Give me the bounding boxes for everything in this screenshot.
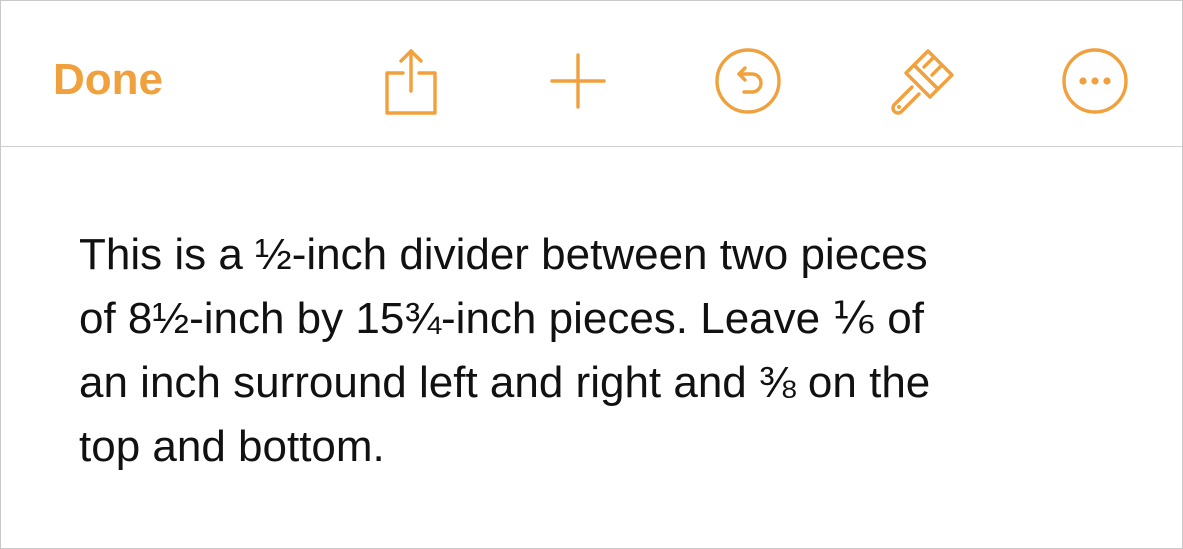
- more-button[interactable]: [1055, 41, 1135, 121]
- done-button[interactable]: Done: [53, 55, 163, 105]
- share-button[interactable]: [371, 41, 451, 121]
- document-text[interactable]: This is a ½-inch divider between two pie…: [79, 223, 1139, 479]
- plus-icon: [550, 53, 606, 109]
- undo-icon: [715, 48, 781, 114]
- toolbar: Done: [1, 1, 1182, 147]
- format-button[interactable]: [882, 41, 962, 121]
- more-icon: [1062, 48, 1128, 114]
- add-button[interactable]: [538, 41, 618, 121]
- editor-window: Done This is a ½-inch divider between tw…: [0, 0, 1183, 549]
- undo-button[interactable]: [708, 41, 788, 121]
- paintbrush-icon: [891, 49, 954, 115]
- share-icon: [385, 49, 437, 115]
